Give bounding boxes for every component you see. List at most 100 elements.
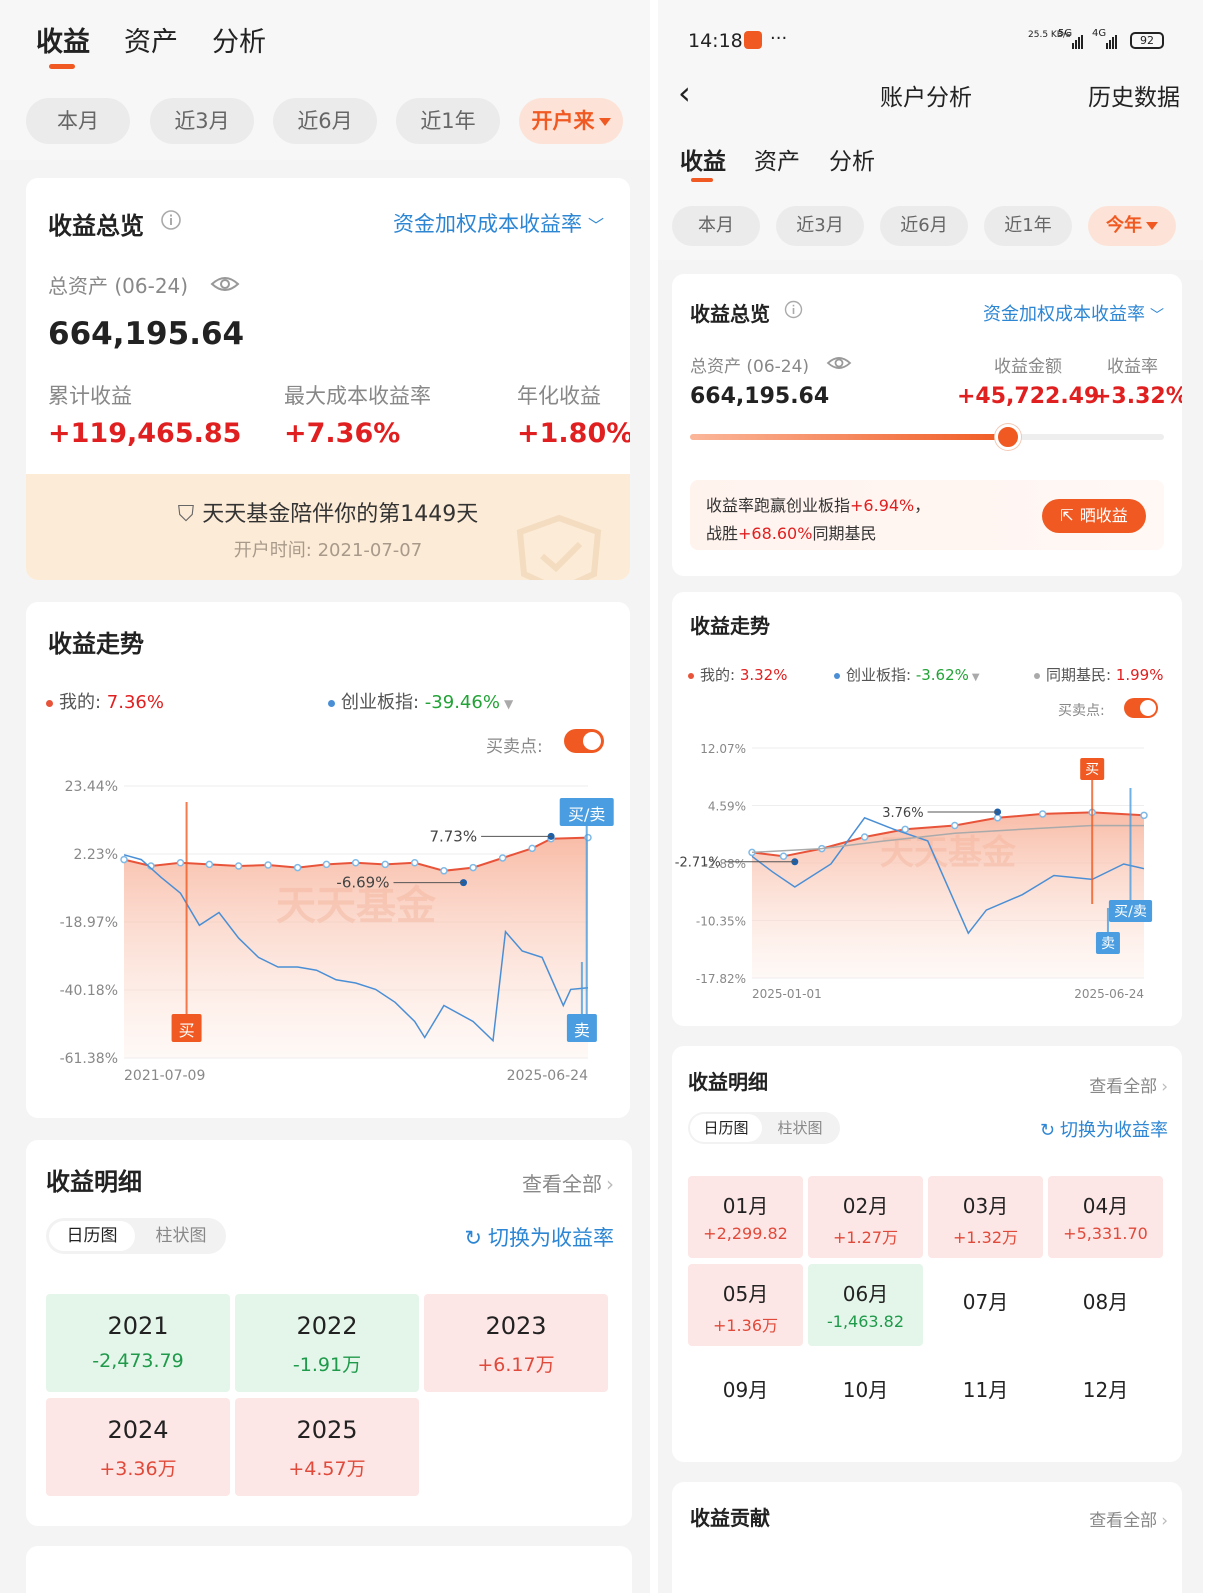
trend-chart[interactable]: 12.07%4.59%-2.88%-10.35%-17.82%2025-01-0… <box>672 728 1182 1008</box>
month-value: +1.27万 <box>832 1228 899 1247</box>
legend-index-value: -39.46% <box>424 692 500 713</box>
legend-index[interactable]: 创业板指: -39.46% ▼ <box>328 688 513 714</box>
legend-index[interactable]: 创业板指: -3.62% ▼ <box>834 664 980 685</box>
switch-to-rate-button[interactable]: ↻ 切换为收益率 <box>464 1222 614 1252</box>
year-cell[interactable]: 2024 +3.36万 <box>46 1398 230 1496</box>
period-this-month[interactable]: 本月 <box>26 98 130 144</box>
eye-icon[interactable] <box>826 354 852 372</box>
month-cell[interactable]: 05月 +1.36万 <box>688 1264 803 1346</box>
view-all-link[interactable]: 查看全部 › <box>522 1168 614 1197</box>
month-cell[interactable]: 10月 <box>808 1352 923 1434</box>
year-value: +4.57万 <box>288 1458 366 1480</box>
period-since-open[interactable]: 开户来 <box>519 98 623 144</box>
trade-point <box>410 859 419 867</box>
period-6-months[interactable]: 近6月 <box>880 206 968 246</box>
rate-mode-selector[interactable]: 资金加权成本收益率 ﹀ <box>983 300 1164 326</box>
tab-active-indicator <box>691 178 713 182</box>
tab-active-indicator <box>49 64 75 69</box>
year-name: 2023 <box>485 1312 547 1340</box>
total-assets-label: 总资产 (06-24) <box>48 274 189 298</box>
tab-income[interactable]: 收益 <box>36 20 90 59</box>
month-cell[interactable]: 04月 +5,331.70 <box>1048 1176 1163 1258</box>
share-income-button[interactable]: ⇱ 晒收益 <box>1042 499 1146 533</box>
month-value: +1.32万 <box>952 1228 1019 1247</box>
seg-bar[interactable]: 柱状图 <box>138 1221 224 1251</box>
legend-peer[interactable]: 同期基民: 1.99% <box>1034 664 1163 685</box>
buy-sell-points-toggle[interactable] <box>564 729 604 753</box>
info-icon[interactable] <box>160 209 182 231</box>
trade-tag-label: 买/卖 <box>568 805 605 824</box>
annotation-label: 7.73% <box>429 827 477 845</box>
tab-analysis[interactable]: 分析 <box>212 20 266 59</box>
rate-mode-selector[interactable]: 资金加权成本收益率 ﹀ <box>393 208 604 238</box>
month-name: 05月 <box>722 1282 769 1306</box>
month-cell[interactable]: 03月 +1.32万 <box>928 1176 1043 1258</box>
month-cell[interactable]: 12月 <box>1048 1352 1163 1434</box>
info-icon[interactable] <box>784 300 803 319</box>
trade-tag-label: 买 <box>179 1021 195 1040</box>
period-this-year-label: 今年 <box>1106 215 1142 236</box>
back-arrow-icon[interactable]: ‹ <box>678 74 691 112</box>
win-post: 同期基民 <box>812 524 877 543</box>
period-this-year[interactable]: 今年 <box>1088 206 1176 246</box>
year-cell[interactable]: 2025 +4.57万 <box>235 1398 419 1496</box>
eye-icon[interactable] <box>210 274 240 294</box>
month-cell[interactable]: 02月 +1.27万 <box>808 1176 923 1258</box>
period-6-months[interactable]: 近6月 <box>273 98 377 144</box>
y-tick-label: 23.44% <box>65 779 118 795</box>
legend-mine-value: 3.32% <box>739 666 788 684</box>
trade-tag-label: 买/卖 <box>1114 904 1147 920</box>
period-1-year[interactable]: 近1年 <box>984 206 1072 246</box>
view-all-link[interactable]: 查看全部 › <box>1089 1072 1168 1097</box>
month-name: 03月 <box>962 1194 1009 1218</box>
month-cell[interactable]: 01月 +2,299.82 <box>688 1176 803 1258</box>
status-more: ··· <box>770 28 788 49</box>
annual-label: 年化收益 <box>517 384 601 408</box>
switch-to-rate-button[interactable]: ↻ 切换为收益率 <box>1040 1116 1168 1142</box>
month-cell[interactable]: 07月 <box>928 1264 1043 1346</box>
contribution-view-all-label: 查看全部 <box>1089 1511 1158 1531</box>
switch-to-rate-label: 切换为收益率 <box>1060 1120 1168 1141</box>
seg-calendar[interactable]: 日历图 <box>49 1221 135 1251</box>
month-cell[interactable]: 08月 <box>1048 1264 1163 1346</box>
seg-bar[interactable]: 柱状图 <box>764 1114 836 1142</box>
rank-progress-track <box>690 424 1164 450</box>
history-link[interactable]: 历史数据 <box>1088 78 1180 112</box>
cumulative-label: 累计收益 <box>48 384 132 408</box>
seg-calendar[interactable]: 日历图 <box>690 1114 762 1142</box>
month-cell[interactable]: 06月 -1,463.82 <box>808 1264 923 1346</box>
legend-dot-index <box>834 672 840 679</box>
share-icon: ⇱ <box>1060 506 1074 525</box>
year-cell[interactable]: 2023 +6.17万 <box>424 1294 608 1392</box>
year-cell[interactable]: 2021 -2,473.79 <box>46 1294 230 1392</box>
x-tick-label-start: 2025-01-01 <box>752 987 822 1001</box>
x-tick-label-start: 2021-07-09 <box>124 1068 205 1084</box>
month-cell[interactable]: 11月 <box>928 1352 1043 1434</box>
legend-dot-mine <box>46 699 53 707</box>
tab-analysis[interactable]: 分析 <box>829 142 875 176</box>
period-3-months[interactable]: 近3月 <box>776 206 864 246</box>
trend-chart[interactable]: 23.44% 2.23% -18.97% -40.18% -61.38% 2021-07-… <box>26 762 630 1092</box>
contribution-view-all[interactable]: 查看全部 › <box>1089 1506 1168 1531</box>
period-3-months[interactable]: 近3月 <box>150 98 254 144</box>
year-name: 2024 <box>107 1416 169 1444</box>
buy-sell-points-toggle[interactable] <box>1124 698 1158 718</box>
y-tick-label: -40.18% <box>60 983 118 999</box>
month-cell[interactable]: 09月 <box>688 1352 803 1434</box>
rank-progress-knob-icon <box>994 424 1021 450</box>
year-cell[interactable]: 2022 -1.91万 <box>235 1294 419 1392</box>
month-name: 08月 <box>1082 1290 1129 1314</box>
beat-index-banner: 收益率跑赢创业板指+6.94%， 战胜+68.60%同期基民 ⇱ 晒收益 <box>690 480 1164 550</box>
tab-assets[interactable]: 资产 <box>124 20 178 59</box>
y-tick-label: -17.82% <box>696 972 746 986</box>
legend-mine[interactable]: 我的: 7.36% <box>46 688 164 714</box>
tab-assets[interactable]: 资产 <box>754 142 800 176</box>
annotation-label: -6.69% <box>336 874 389 892</box>
dropdown-caret-icon <box>1146 222 1158 230</box>
period-this-month[interactable]: 本月 <box>672 206 760 246</box>
period-1-year[interactable]: 近1年 <box>396 98 500 144</box>
trade-point <box>469 863 477 872</box>
toggle-knob <box>583 732 601 750</box>
tab-income[interactable]: 收益 <box>680 142 726 176</box>
legend-mine[interactable]: 我的: 3.32% <box>688 664 787 685</box>
